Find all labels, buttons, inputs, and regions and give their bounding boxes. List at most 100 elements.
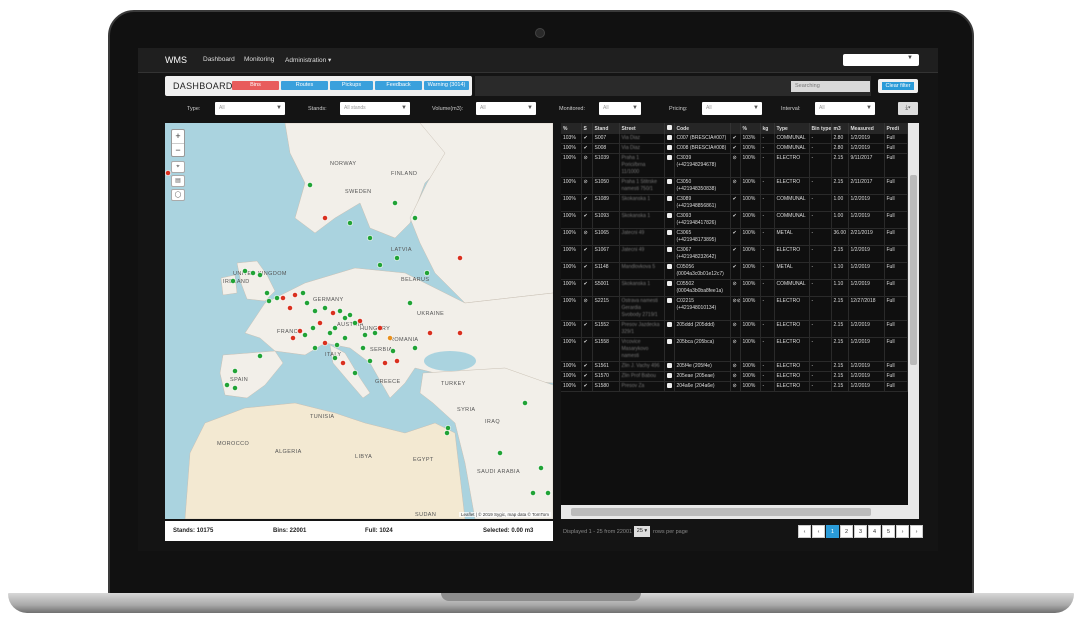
column-header[interactable] <box>730 123 741 134</box>
per-page-select[interactable]: 25 ▾ <box>634 526 650 537</box>
map-marker[interactable] <box>310 325 316 331</box>
row-checkbox[interactable] <box>664 177 675 195</box>
map-marker[interactable] <box>457 255 463 261</box>
column-header[interactable]: m3 <box>831 123 849 134</box>
filter-monitored-select[interactable]: All ▼ <box>599 102 641 115</box>
table-row[interactable]: 100% ✔ S1148 Mandlovkova 5 C05056 (0004a3c0b… <box>561 262 908 280</box>
map-marker[interactable] <box>352 370 358 376</box>
page-button[interactable]: › <box>910 525 923 538</box>
row-checkbox[interactable] <box>664 320 675 338</box>
table-row[interactable]: 100% ✔ S1580 Presov Za 204a6e (204a6e) ⊘ 100% -… <box>561 381 908 392</box>
checkbox[interactable] <box>666 281 672 286</box>
row-checkbox[interactable] <box>664 279 675 297</box>
row-checkbox[interactable] <box>664 153 675 178</box>
map-marker[interactable] <box>224 382 230 388</box>
account-select[interactable]: ▼ <box>843 54 919 66</box>
map-marker[interactable] <box>387 335 393 341</box>
brand-logo[interactable]: WMS <box>165 55 187 65</box>
map-marker[interactable] <box>342 335 348 341</box>
map-panel[interactable]: NORWAY SWEDEN FINLAND LATVIA BELARUS UNI… <box>165 123 553 519</box>
map-marker[interactable] <box>230 278 236 284</box>
zoom-in-button[interactable]: + <box>172 130 184 143</box>
nav-monitoring[interactable]: Monitoring <box>244 56 274 63</box>
vertical-scrollbar[interactable] <box>908 123 919 519</box>
map-marker[interactable] <box>347 312 353 318</box>
table-row[interactable]: 100% ⊘ S2215 Ostrava namesti Gerardia Svobo… <box>561 296 908 321</box>
map-marker[interactable] <box>330 310 336 316</box>
checkbox[interactable] <box>666 179 672 184</box>
table-row[interactable]: 100% ✔ S1093 Skokanska 1 C3093 (+42194841782… <box>561 211 908 229</box>
checkbox[interactable] <box>666 135 672 140</box>
row-checkbox[interactable] <box>664 262 675 280</box>
checkbox[interactable] <box>666 247 672 252</box>
column-header[interactable]: Bin type <box>809 123 832 134</box>
filter-interval-select[interactable]: All ▼ <box>815 102 875 115</box>
page-button[interactable]: › <box>896 525 909 538</box>
map-marker[interactable] <box>280 295 286 301</box>
map-marker[interactable] <box>394 358 400 364</box>
map-marker[interactable] <box>497 450 503 456</box>
map-marker[interactable] <box>444 430 450 436</box>
map-marker[interactable] <box>332 325 338 331</box>
table-row[interactable]: 100% ✔ S1570 Zlin Prof Babou 205eae (205eae)… <box>561 371 908 382</box>
feedback-button[interactable]: Feedback <box>375 81 422 90</box>
table-row[interactable]: 100% ⊘ S1039 Praha 1 Porici/brna 11/1000 C30… <box>561 153 908 178</box>
map-marker[interactable] <box>287 305 293 311</box>
map-marker[interactable] <box>250 270 256 276</box>
map-marker[interactable] <box>302 332 308 338</box>
map-marker[interactable] <box>367 358 373 364</box>
map-marker[interactable] <box>412 215 418 221</box>
row-checkbox[interactable] <box>664 337 675 362</box>
map-marker[interactable] <box>300 290 306 296</box>
table-row[interactable]: 103% ✔ S007 Via Diaz C007 (BRESCIA#007) ✔ 103%… <box>561 134 908 144</box>
select-all-checkbox[interactable] <box>666 125 672 130</box>
map-marker[interactable] <box>322 340 328 346</box>
map-marker[interactable] <box>382 360 388 366</box>
row-checkbox[interactable] <box>664 211 675 229</box>
scrollbar-thumb[interactable] <box>910 175 917 365</box>
table-row[interactable]: 100% ✔ S1552 Presov Jazdecka 329/1 205ddd (2… <box>561 320 908 338</box>
column-header[interactable]: % <box>561 123 582 134</box>
pickups-button[interactable]: Pickups <box>330 81 373 90</box>
map-marker[interactable] <box>412 345 418 351</box>
map-marker[interactable] <box>257 272 263 278</box>
table-row[interactable]: 100% ✔ S1067 Jatecni 49 C3067 (+421948232642… <box>561 245 908 263</box>
checkbox[interactable] <box>666 230 672 235</box>
map-marker[interactable] <box>337 308 343 314</box>
table-row[interactable]: 100% ✔ S1558 Vrcovice Masarykovo namesti 205… <box>561 337 908 362</box>
map-marker[interactable] <box>304 300 310 306</box>
map-marker[interactable] <box>545 490 551 496</box>
warning-button[interactable]: Warning (3014) <box>424 81 469 90</box>
page-button[interactable]: 3 <box>854 525 867 538</box>
export-button[interactable]: ⤓▾ <box>898 102 918 115</box>
column-header[interactable]: kg <box>760 123 775 134</box>
table-row[interactable]: 100% ✔ S1561 Zlin J. Vachy 496 205f4e (205f4… <box>561 361 908 372</box>
clear-filter-button[interactable]: Clear filter <box>882 82 914 90</box>
row-checkbox[interactable] <box>664 134 675 144</box>
column-header[interactable] <box>664 123 675 134</box>
map-marker[interactable] <box>394 255 400 261</box>
page-button[interactable]: 4 <box>868 525 881 538</box>
column-header[interactable]: S <box>581 123 593 134</box>
table-row[interactable]: 100% ✔ S008 Via Diaz C008 (BRESCIA#008) ✔ 100%… <box>561 143 908 154</box>
checkbox[interactable] <box>666 322 672 327</box>
map-marker[interactable] <box>327 330 333 336</box>
map-marker[interactable] <box>232 385 238 391</box>
map-marker[interactable] <box>377 262 383 268</box>
nav-administration[interactable]: Administration ▾ <box>285 56 331 64</box>
column-header[interactable]: Stand <box>592 123 620 134</box>
map-marker[interactable] <box>290 335 296 341</box>
nav-dashboard[interactable]: Dashboard <box>203 56 235 63</box>
map-marker[interactable] <box>307 182 313 188</box>
map-marker[interactable] <box>362 332 368 338</box>
map-marker[interactable] <box>292 292 298 298</box>
map-marker[interactable] <box>322 305 328 311</box>
map-marker[interactable] <box>342 315 348 321</box>
row-checkbox[interactable] <box>664 143 675 154</box>
column-header[interactable]: Street <box>619 123 665 134</box>
map-marker[interactable] <box>332 355 338 361</box>
map-attribution[interactable]: Leaflet | © 2019 Sygic, map data © TomTo… <box>458 512 551 517</box>
row-checkbox[interactable] <box>664 361 675 372</box>
routes-button[interactable]: Routes <box>281 81 328 90</box>
column-header[interactable]: Code <box>674 123 731 134</box>
